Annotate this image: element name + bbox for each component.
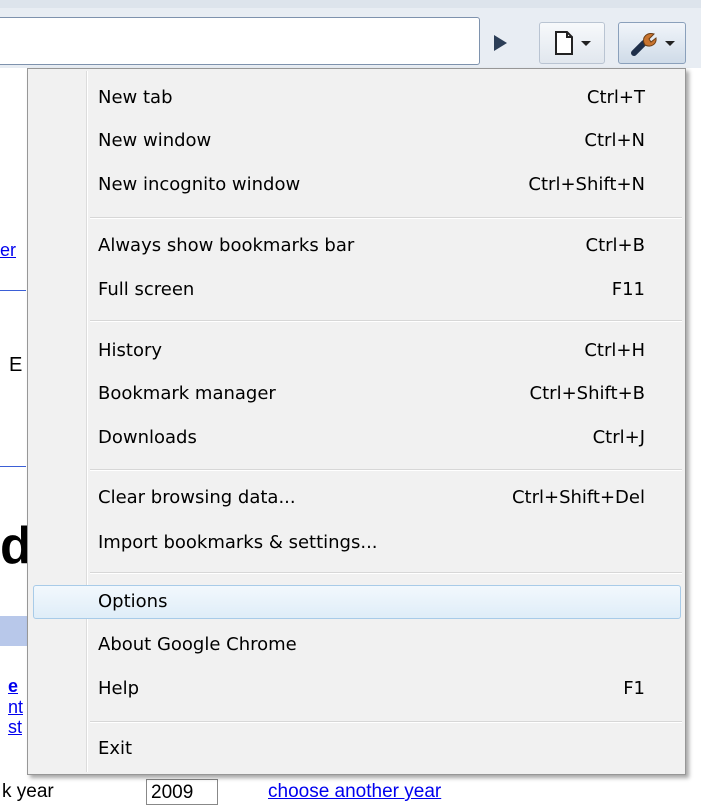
menu-item-help[interactable]: Help F1 (28, 672, 685, 706)
menu-item-downloads[interactable]: Downloads Ctrl+J (28, 421, 685, 455)
background-year-label: k year (2, 781, 54, 802)
page-menu-button[interactable] (539, 22, 605, 64)
menu-separator (90, 721, 682, 723)
menu-item-shortcut: F11 (611, 279, 645, 300)
menu-item-label: New window (98, 130, 212, 151)
menu-item-label: Exit (98, 738, 133, 759)
menu-item-shortcut: Ctrl+Shift+N (528, 174, 645, 195)
background-text-fragment: E (9, 354, 23, 376)
wrench-icon (631, 33, 657, 56)
menu-item-import-bookmarks-settings[interactable]: Import bookmarks & settings... (28, 526, 685, 560)
background-year-row: k year 2009 choose another year (0, 775, 701, 805)
go-button[interactable] (484, 26, 516, 60)
browser-toolbar (0, 0, 701, 68)
menu-item-history[interactable]: History Ctrl+H (28, 334, 685, 368)
menu-item-label: Import bookmarks & settings... (98, 532, 378, 553)
menu-item-shortcut: Ctrl+Shift+B (529, 383, 645, 404)
menu-item-label: Clear browsing data... (98, 487, 296, 508)
menu-item-shortcut: F1 (623, 678, 645, 699)
page-menu-icon (555, 31, 573, 55)
toolbar-top-edge (0, 0, 701, 8)
menu-item-label: Downloads (98, 427, 197, 448)
menu-item-label: New incognito window (98, 174, 301, 195)
menu-item-label: Help (98, 678, 140, 699)
wrench-dropdown-menu: New tab Ctrl+T New window Ctrl+N New inc… (27, 68, 686, 775)
play-go-icon (494, 35, 507, 51)
menu-item-shortcut: Ctrl+T (586, 87, 645, 108)
menu-item-bookmark-manager[interactable]: Bookmark manager Ctrl+Shift+B (28, 377, 685, 411)
menu-item-label: New tab (98, 87, 173, 108)
background-link-fragment[interactable]: e (8, 676, 18, 697)
background-divider (0, 290, 26, 291)
menu-item-label: Options (98, 591, 168, 612)
menu-item-always-show-bookmarks-bar[interactable]: Always show bookmarks bar Ctrl+B (28, 229, 685, 263)
menu-item-new-tab[interactable]: New tab Ctrl+T (28, 81, 685, 115)
chevron-down-icon (665, 40, 675, 46)
menu-item-about-google-chrome[interactable]: About Google Chrome (28, 628, 685, 662)
menu-item-shortcut: Ctrl+B (585, 235, 645, 256)
menu-item-label: History (98, 340, 163, 361)
background-link-fragment[interactable]: st (8, 717, 22, 738)
address-bar[interactable] (0, 17, 480, 65)
menu-item-shortcut: Ctrl+H (584, 340, 645, 361)
background-band (0, 616, 30, 646)
menu-item-full-screen[interactable]: Full screen F11 (28, 273, 685, 307)
menu-item-label: Always show bookmarks bar (98, 235, 355, 256)
choose-year-link[interactable]: choose another year (268, 781, 441, 803)
menu-separator (90, 469, 682, 471)
wrench-menu-button[interactable] (618, 22, 686, 64)
menu-item-exit[interactable]: Exit (28, 732, 685, 766)
menu-item-new-window[interactable]: New window Ctrl+N (28, 124, 685, 158)
menu-separator (90, 217, 682, 219)
menu-item-label: Full screen (98, 279, 195, 300)
menu-item-label: Bookmark manager (98, 383, 276, 404)
menu-item-new-incognito-window[interactable]: New incognito window Ctrl+Shift+N (28, 168, 685, 202)
menu-item-shortcut: Ctrl+Shift+Del (511, 487, 645, 508)
background-link-fragment[interactable]: er (0, 240, 16, 261)
menu-separator (90, 320, 682, 322)
background-link-fragment[interactable]: nt (8, 697, 23, 718)
chevron-down-icon (581, 40, 591, 46)
menu-item-label: About Google Chrome (98, 634, 297, 655)
menu-item-shortcut: Ctrl+J (592, 427, 645, 448)
menu-separator (90, 572, 682, 574)
menu-item-clear-browsing-data[interactable]: Clear browsing data... Ctrl+Shift+Del (28, 481, 685, 515)
menu-item-options[interactable]: Options (28, 585, 685, 619)
year-input[interactable]: 2009 (146, 779, 219, 805)
menu-item-shortcut: Ctrl+N (584, 130, 645, 151)
background-divider (0, 466, 26, 467)
